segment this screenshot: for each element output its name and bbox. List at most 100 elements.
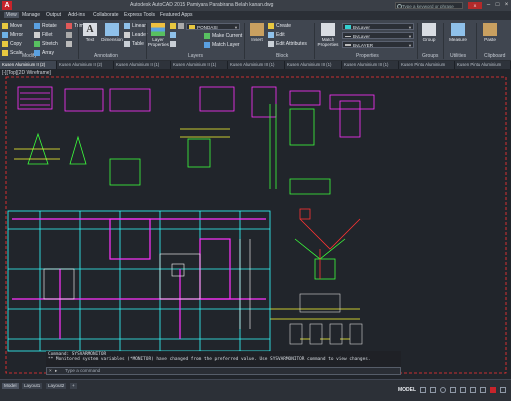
linear-button[interactable]: Linear bbox=[124, 22, 146, 30]
match-properties-button[interactable]: Match Properties bbox=[316, 22, 340, 50]
copy-button[interactable]: Copy bbox=[2, 40, 22, 48]
match-layer-button[interactable]: Match Layer bbox=[204, 41, 240, 49]
layer-icons-row3[interactable] bbox=[170, 40, 192, 48]
stretch-button[interactable]: Stretch bbox=[34, 40, 58, 48]
rotate-button[interactable]: Rotate bbox=[34, 22, 57, 30]
tab-output[interactable]: Output bbox=[46, 12, 61, 18]
tab-add-ins[interactable]: Add-ins bbox=[68, 12, 85, 18]
viewport-label[interactable]: [-][Top][2D Wireframe] bbox=[2, 70, 51, 76]
edit-block-button[interactable]: Edit bbox=[268, 31, 285, 39]
panel-label-utilities[interactable]: Utilities bbox=[450, 53, 466, 59]
tab-manage[interactable]: Manage bbox=[22, 12, 40, 18]
file-tab[interactable]: Kusen Aluminium III (1) bbox=[228, 61, 285, 69]
tab-featured-apps[interactable]: Featured Apps bbox=[160, 12, 193, 18]
tab-view[interactable]: View bbox=[4, 12, 19, 18]
layer-properties-button[interactable]: Layer Properties bbox=[148, 22, 169, 50]
sheet-border bbox=[5, 76, 507, 374]
layer-dropdown[interactable]: PONDASI ▼ bbox=[186, 23, 240, 30]
prompt-icon[interactable]: ▸ bbox=[55, 368, 57, 374]
separator bbox=[314, 23, 315, 59]
separator bbox=[417, 23, 418, 59]
panel-label-groups[interactable]: Groups bbox=[422, 53, 438, 59]
create-block-button[interactable]: Create bbox=[268, 22, 291, 30]
insert-button[interactable]: Insert bbox=[247, 22, 267, 50]
move-button[interactable]: Move bbox=[2, 22, 22, 30]
match-properties-icon bbox=[321, 23, 335, 36]
color-dropdown[interactable]: ByLayer ▼ bbox=[342, 23, 414, 30]
file-tab[interactable]: Kusen Aluminium III (1) bbox=[342, 61, 399, 69]
layer-color-swatch bbox=[189, 25, 195, 29]
create-block-icon bbox=[268, 23, 274, 29]
autodesk-app-icon[interactable] bbox=[490, 387, 496, 393]
edit-attributes-button[interactable]: Edit Attributes bbox=[268, 40, 307, 48]
text-button[interactable]: A Text bbox=[80, 22, 100, 50]
polar-icon[interactable] bbox=[450, 387, 456, 393]
chevron-down-icon: ▼ bbox=[408, 25, 412, 30]
dimension-button[interactable]: Dimension bbox=[100, 22, 124, 50]
mirror-icon bbox=[2, 32, 8, 38]
maximize-button[interactable]: □ bbox=[493, 1, 502, 9]
panel-label-block[interactable]: Block bbox=[276, 53, 288, 59]
file-tab[interactable]: Kusen Aluminium III (1) bbox=[285, 61, 342, 69]
file-tab[interactable]: Kusen Pintu Aluminium bbox=[455, 61, 511, 69]
window-title: Autodesk AutoCAD 2015 Pamiyara Parabiran… bbox=[130, 2, 274, 8]
tab-layout1[interactable]: Layout1 bbox=[22, 383, 43, 389]
panel-label-properties[interactable]: Properties bbox=[356, 53, 379, 59]
measure-button[interactable]: Measure bbox=[446, 22, 470, 50]
file-tab[interactable]: Kusen Pintu Aluminium bbox=[399, 61, 455, 69]
file-tab[interactable]: Kusen Aluminium II (2) bbox=[57, 61, 114, 69]
autocad-logo-icon[interactable]: A bbox=[2, 1, 12, 10]
status-bar: Model Layout1 Layout2 + MODEL bbox=[0, 379, 511, 401]
search-input[interactable]: Type a keyword or phrase bbox=[395, 2, 463, 9]
snap-icon[interactable] bbox=[430, 387, 436, 393]
customize-menu-icon[interactable] bbox=[500, 387, 506, 393]
group-button[interactable]: Group bbox=[419, 22, 439, 50]
panel-label-clipboard[interactable]: Clipboard bbox=[484, 53, 505, 59]
file-tab[interactable]: Kusen Aluminium II (1) bbox=[114, 61, 171, 69]
layer-icons-row2[interactable] bbox=[170, 31, 192, 39]
linetype-dropdown[interactable]: ByLayer ▼ bbox=[342, 32, 414, 39]
minimize-button[interactable]: – bbox=[484, 1, 493, 9]
tab-collaborate[interactable]: Collaborate bbox=[93, 12, 119, 18]
make-current-button[interactable]: Make Current bbox=[204, 32, 242, 40]
group-icon bbox=[422, 23, 436, 36]
fillet-button[interactable]: Fillet bbox=[34, 31, 53, 39]
leader-button[interactable]: Leader bbox=[124, 31, 148, 39]
tab-layout2[interactable]: Layout2 bbox=[46, 383, 67, 389]
osnap-icon[interactable] bbox=[460, 387, 466, 393]
command-input[interactable]: × ▸ Type a command bbox=[46, 367, 401, 375]
file-tab[interactable]: Kusen Aluminium II (1) bbox=[171, 61, 228, 69]
annotation-scale-icon[interactable] bbox=[470, 387, 476, 393]
mirror-button[interactable]: Mirror bbox=[2, 31, 23, 39]
workspace-gear-icon[interactable] bbox=[480, 387, 486, 393]
close-icon[interactable]: × bbox=[49, 368, 52, 374]
file-tab[interactable]: Kusen Aluminium II (2) bbox=[0, 61, 57, 69]
grid-icon[interactable] bbox=[420, 387, 426, 393]
foundation-detail-group bbox=[17, 86, 375, 138]
tab-model[interactable]: Model bbox=[2, 383, 19, 389]
trim-icon bbox=[66, 23, 72, 29]
array-button[interactable]: Array bbox=[34, 49, 54, 57]
ortho-icon[interactable] bbox=[440, 387, 446, 393]
edit-attributes-icon bbox=[268, 41, 274, 47]
add-layout-button[interactable]: + bbox=[70, 383, 77, 389]
close-button[interactable]: × bbox=[502, 1, 511, 9]
tab-express-tools[interactable]: Express Tools bbox=[124, 12, 155, 18]
panel-label-annotation[interactable]: Annotation bbox=[94, 53, 118, 59]
panel-label-layers[interactable]: Layers bbox=[188, 53, 203, 59]
scale-button[interactable]: Scale bbox=[2, 49, 23, 57]
fillet-icon bbox=[34, 32, 40, 38]
layer-isolate-button[interactable] bbox=[178, 22, 184, 30]
lineweight-dropdown[interactable]: ByLAYER ▼ bbox=[342, 41, 414, 48]
layer-off-icon bbox=[170, 23, 176, 29]
paste-button[interactable]: Paste bbox=[480, 22, 500, 50]
exchange-icon[interactable]: X bbox=[468, 2, 482, 9]
separator bbox=[443, 23, 444, 59]
drawing-canvas[interactable]: [-][Top][2D Wireframe] bbox=[0, 69, 511, 379]
model-space-toggle[interactable]: MODEL bbox=[398, 387, 416, 393]
layer-freeze-icon bbox=[170, 32, 176, 38]
layer-isolate-icon bbox=[178, 23, 184, 29]
leader-icon bbox=[124, 32, 130, 38]
dimension-icon bbox=[105, 23, 119, 36]
table-button[interactable]: Table bbox=[124, 40, 144, 48]
